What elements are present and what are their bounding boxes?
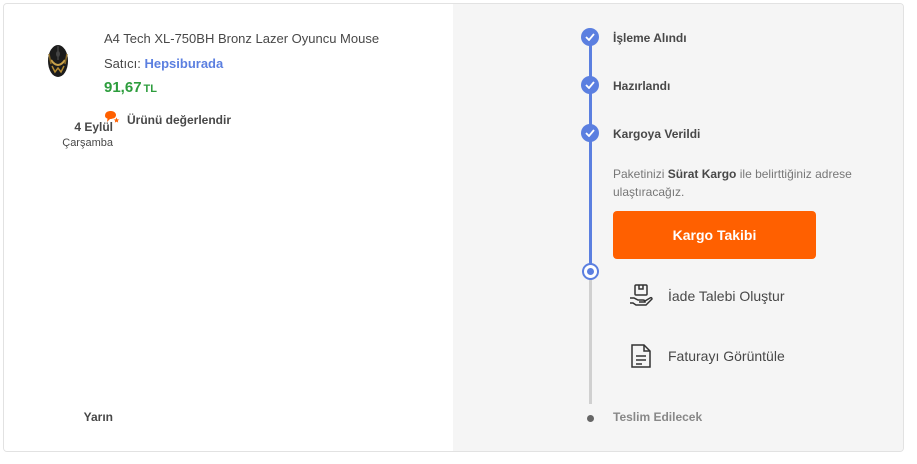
- step-check-icon: [581, 28, 599, 46]
- return-request-action[interactable]: İade Talebi Oluştur: [628, 283, 784, 309]
- timeline-remaining-line: [589, 271, 592, 404]
- shipping-info: Paketinizi Sürat Kargo ile belirttiğiniz…: [613, 165, 883, 201]
- step-label-shipped: Kargoya Verildi: [613, 127, 701, 141]
- return-box-icon: [628, 283, 654, 309]
- return-request-label: İade Talebi Oluştur: [668, 288, 785, 304]
- product-panel: A4 Tech XL-750BH Bronz Lazer Oyuncu Mous…: [4, 4, 453, 451]
- price-currency: TL: [143, 83, 157, 95]
- rate-product-link[interactable]: Ürünü değerlendir: [104, 110, 231, 130]
- price-value: 91,67: [104, 79, 142, 96]
- delivery-dot: [587, 415, 594, 422]
- seller-link[interactable]: Hepsiburada: [144, 56, 223, 71]
- carrier-name: Sürat Kargo: [667, 167, 737, 181]
- order-card: A4 Tech XL-750BH Bronz Lazer Oyuncu Mous…: [3, 3, 904, 452]
- product-price: 91,67 TL: [104, 79, 157, 96]
- info-prefix: Paketinizi: [613, 167, 665, 181]
- tracking-panel: İşleme Alındı Hazırlandı 4 Eylül Çarşamb…: [62, 4, 903, 451]
- track-shipment-button[interactable]: Kargo Takibi: [613, 211, 816, 259]
- delivery-label: Teslim Edilecek: [613, 410, 703, 424]
- rate-label: Ürünü değerlendir: [127, 113, 232, 127]
- shipped-date: 4 Eylül: [74, 120, 113, 134]
- view-invoice-label: Faturayı Görüntüle: [668, 348, 785, 364]
- step-label-prepared: Hazırlandı: [613, 79, 671, 93]
- step-check-icon: [581, 76, 599, 94]
- product-thumbnail[interactable]: [42, 40, 74, 80]
- timeline-progress-line: [589, 37, 592, 271]
- seller-prefix: Satıcı:: [104, 56, 141, 71]
- invoice-icon: [628, 343, 654, 369]
- product-name[interactable]: A4 Tech XL-750BH Bronz Lazer Oyuncu Mous…: [104, 31, 379, 46]
- view-invoice-action[interactable]: Faturayı Görüntüle: [628, 343, 785, 369]
- shipped-day: Çarşamba: [62, 137, 113, 149]
- step-check-icon: [581, 124, 599, 142]
- seller-line: Satıcı: Hepsiburada: [104, 56, 223, 71]
- step-label-received: İşleme Alındı: [613, 31, 687, 45]
- current-position-marker: [582, 263, 599, 280]
- delivery-day: Yarın: [83, 410, 113, 424]
